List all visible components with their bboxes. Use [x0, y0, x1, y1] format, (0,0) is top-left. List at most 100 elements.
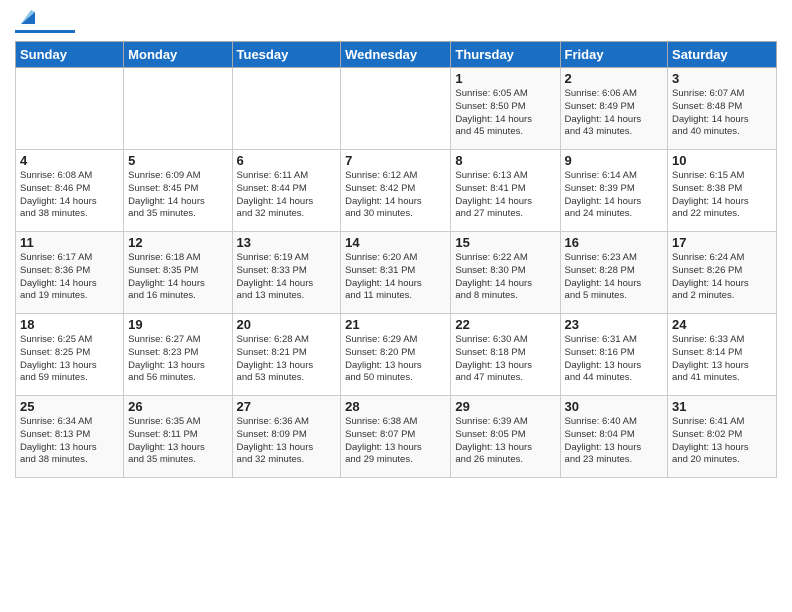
day-number: 14 — [345, 235, 446, 250]
col-header-monday: Monday — [124, 42, 232, 68]
day-info: Sunrise: 6:34 AM Sunset: 8:13 PM Dayligh… — [20, 416, 119, 467]
day-cell-3: 3Sunrise: 6:07 AM Sunset: 8:48 PM Daylig… — [668, 68, 777, 150]
day-cell-4: 4 Sunrise: 6:08 AM Sunset: 8:46 PM Daylig… — [16, 150, 124, 232]
day-number: 17 — [672, 235, 772, 250]
col-header-wednesday: Wednesday — [341, 42, 451, 68]
day-cell-16: 16Sunrise: 6:23 AM Sunset: 8:28 PM Dayli… — [560, 232, 668, 314]
day-info: Sunrise: 6:25 AM Sunset: 8:25 PM Dayligh… — [20, 334, 119, 385]
day-cell-17: 17Sunrise: 6:24 AM Sunset: 8:26 PM Dayli… — [668, 232, 777, 314]
day-info: Sunrise: 6:27 AM Sunset: 8:23 PM Dayligh… — [128, 334, 227, 385]
day-number: 3 — [672, 71, 772, 86]
day-number: 25 — [20, 399, 119, 414]
day-cell-22: 22Sunrise: 6:30 AM Sunset: 8:18 PM Dayli… — [451, 314, 560, 396]
day-info: Sunrise: 6:19 AM Sunset: 8:33 PM Dayligh… — [237, 252, 337, 303]
day-info: Sunrise: 6:36 AM Sunset: 8:09 PM Dayligh… — [237, 416, 337, 467]
day-info: Sunrise: 6:22 AM Sunset: 8:30 PM Dayligh… — [455, 252, 555, 303]
day-cell-6: 6Sunrise: 6:11 AM Sunset: 8:44 PM Daylig… — [232, 150, 341, 232]
calendar-table: SundayMondayTuesdayWednesdayThursdayFrid… — [15, 41, 777, 478]
day-cell-20: 20 Sunrise: 6:28 AM Sunset: 8:21 PM Dayli… — [232, 314, 341, 396]
day-info: Sunrise: 6:12 AM Sunset: 8:42 PM Dayligh… — [345, 170, 446, 221]
logo — [15, 10, 75, 33]
day-cell-14: 14Sunrise: 6:20 AM Sunset: 8:31 PM Dayli… — [341, 232, 451, 314]
day-info: Sunrise: 6:18 AM Sunset: 8:35 PM Dayligh… — [128, 252, 227, 303]
day-info: Sunrise: 6:33 AM Sunset: 8:14 PM Dayligh… — [672, 334, 772, 385]
day-number: 1 — [455, 71, 555, 86]
day-cell-13: 13 Sunrise: 6:19 AM Sunset: 8:33 PM Dayli… — [232, 232, 341, 314]
day-info: Sunrise: 6:11 AM Sunset: 8:44 PM Dayligh… — [237, 170, 337, 221]
day-info: Sunrise: 6:35 AM Sunset: 8:11 PM Dayligh… — [128, 416, 227, 467]
day-cell-7: 7 Sunrise: 6:12 AM Sunset: 8:42 PM Daylig… — [341, 150, 451, 232]
day-number: 20 — [237, 317, 337, 332]
day-info: Sunrise: 6:17 AM Sunset: 8:36 PM Dayligh… — [20, 252, 119, 303]
day-info: Sunrise: 6:31 AM Sunset: 8:16 PM Dayligh… — [565, 334, 664, 385]
col-header-friday: Friday — [560, 42, 668, 68]
day-number: 23 — [565, 317, 664, 332]
day-cell-29: 29 Sunrise: 6:39 AM Sunset: 8:05 PM Dayli… — [451, 396, 560, 478]
header — [15, 10, 777, 33]
day-number: 11 — [20, 235, 119, 250]
day-cell-24: 24 Sunrise: 6:33 AM Sunset: 8:14 PM Dayli… — [668, 314, 777, 396]
day-cell-11: 11 Sunrise: 6:17 AM Sunset: 8:36 PM Dayli… — [16, 232, 124, 314]
week-row-1: 1Sunrise: 6:05 AM Sunset: 8:50 PM Daylig… — [16, 68, 777, 150]
day-cell-15: 15 Sunrise: 6:22 AM Sunset: 8:30 PM Dayli… — [451, 232, 560, 314]
day-cell-2: 2Sunrise: 6:06 AM Sunset: 8:49 PM Daylig… — [560, 68, 668, 150]
day-cell-empty — [341, 68, 451, 150]
day-cell-30: 30 Sunrise: 6:40 AM Sunset: 8:04 PM Dayli… — [560, 396, 668, 478]
day-cell-1: 1Sunrise: 6:05 AM Sunset: 8:50 PM Daylig… — [451, 68, 560, 150]
day-info: Sunrise: 6:39 AM Sunset: 8:05 PM Dayligh… — [455, 416, 555, 467]
day-cell-10: 10 Sunrise: 6:15 AM Sunset: 8:38 PM Dayli… — [668, 150, 777, 232]
day-number: 13 — [237, 235, 337, 250]
day-number: 10 — [672, 153, 772, 168]
day-number: 18 — [20, 317, 119, 332]
day-info: Sunrise: 6:08 AM Sunset: 8:46 PM Dayligh… — [20, 170, 119, 221]
day-number: 5 — [128, 153, 227, 168]
week-row-4: 18 Sunrise: 6:25 AM Sunset: 8:25 PM Dayli… — [16, 314, 777, 396]
day-number: 9 — [565, 153, 664, 168]
week-row-2: 4 Sunrise: 6:08 AM Sunset: 8:46 PM Daylig… — [16, 150, 777, 232]
day-cell-9: 9Sunrise: 6:14 AM Sunset: 8:39 PM Daylig… — [560, 150, 668, 232]
day-info: Sunrise: 6:30 AM Sunset: 8:18 PM Dayligh… — [455, 334, 555, 385]
day-cell-28: 28 Sunrise: 6:38 AM Sunset: 8:07 PM Dayli… — [341, 396, 451, 478]
col-header-saturday: Saturday — [668, 42, 777, 68]
day-cell-19: 19 Sunrise: 6:27 AM Sunset: 8:23 PM Dayli… — [124, 314, 232, 396]
day-number: 29 — [455, 399, 555, 414]
day-number: 4 — [20, 153, 119, 168]
day-info: Sunrise: 6:23 AM Sunset: 8:28 PM Dayligh… — [565, 252, 664, 303]
day-cell-8: 8 Sunrise: 6:13 AM Sunset: 8:41 PM Daylig… — [451, 150, 560, 232]
day-cell-empty — [16, 68, 124, 150]
day-number: 24 — [672, 317, 772, 332]
logo-icon — [17, 6, 39, 28]
day-number: 28 — [345, 399, 446, 414]
day-cell-31: 31Sunrise: 6:41 AM Sunset: 8:02 PM Dayli… — [668, 396, 777, 478]
day-info: Sunrise: 6:41 AM Sunset: 8:02 PM Dayligh… — [672, 416, 772, 467]
day-info: Sunrise: 6:09 AM Sunset: 8:45 PM Dayligh… — [128, 170, 227, 221]
day-number: 30 — [565, 399, 664, 414]
day-number: 8 — [455, 153, 555, 168]
day-number: 27 — [237, 399, 337, 414]
day-cell-empty — [232, 68, 341, 150]
calendar-header-row: SundayMondayTuesdayWednesdayThursdayFrid… — [16, 42, 777, 68]
day-number: 15 — [455, 235, 555, 250]
day-cell-27: 27 Sunrise: 6:36 AM Sunset: 8:09 PM Dayli… — [232, 396, 341, 478]
logo-underline — [15, 30, 75, 33]
day-cell-12: 12 Sunrise: 6:18 AM Sunset: 8:35 PM Dayli… — [124, 232, 232, 314]
day-info: Sunrise: 6:28 AM Sunset: 8:21 PM Dayligh… — [237, 334, 337, 385]
day-number: 7 — [345, 153, 446, 168]
day-info: Sunrise: 6:06 AM Sunset: 8:49 PM Dayligh… — [565, 88, 664, 139]
day-number: 12 — [128, 235, 227, 250]
day-cell-26: 26 Sunrise: 6:35 AM Sunset: 8:11 PM Dayli… — [124, 396, 232, 478]
day-info: Sunrise: 6:38 AM Sunset: 8:07 PM Dayligh… — [345, 416, 446, 467]
day-info: Sunrise: 6:13 AM Sunset: 8:41 PM Dayligh… — [455, 170, 555, 221]
day-info: Sunrise: 6:40 AM Sunset: 8:04 PM Dayligh… — [565, 416, 664, 467]
day-number: 19 — [128, 317, 227, 332]
week-row-3: 11 Sunrise: 6:17 AM Sunset: 8:36 PM Dayli… — [16, 232, 777, 314]
day-info: Sunrise: 6:29 AM Sunset: 8:20 PM Dayligh… — [345, 334, 446, 385]
day-number: 21 — [345, 317, 446, 332]
day-number: 26 — [128, 399, 227, 414]
week-row-5: 25 Sunrise: 6:34 AM Sunset: 8:13 PM Dayli… — [16, 396, 777, 478]
day-cell-empty — [124, 68, 232, 150]
col-header-tuesday: Tuesday — [232, 42, 341, 68]
day-info: Sunrise: 6:15 AM Sunset: 8:38 PM Dayligh… — [672, 170, 772, 221]
col-header-thursday: Thursday — [451, 42, 560, 68]
day-cell-5: 5 Sunrise: 6:09 AM Sunset: 8:45 PM Daylig… — [124, 150, 232, 232]
